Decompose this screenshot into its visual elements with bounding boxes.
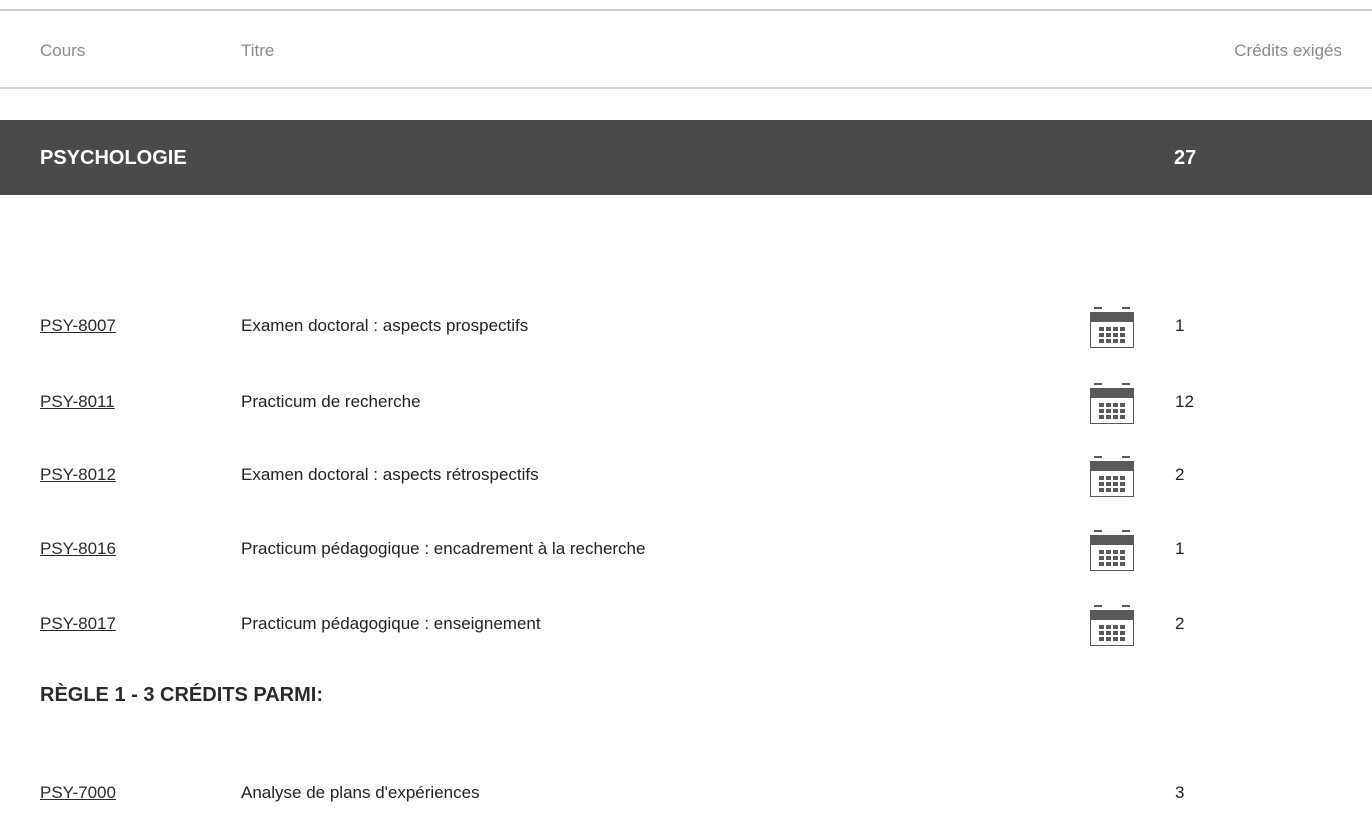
- course-code-link[interactable]: PSY-8017: [40, 614, 116, 634]
- course-code-link[interactable]: PSY-8016: [40, 539, 116, 559]
- calendar-icon[interactable]: [1090, 382, 1134, 424]
- column-header-credits: Crédits exigés: [1234, 41, 1342, 60]
- rule-heading: RÈGLE 1 - 3 CRÉDITS PARMI:: [40, 684, 323, 706]
- course-row: PSY-8007 Examen doctoral : aspects prosp…: [0, 306, 1372, 348]
- course-credits: 2: [1175, 465, 1185, 484]
- course-credits: 2: [1175, 614, 1185, 633]
- course-title: Examen doctoral : aspects prospectifs: [241, 316, 529, 335]
- calendar-icon[interactable]: [1090, 604, 1134, 646]
- course-code-link[interactable]: PSY-8012: [40, 465, 116, 485]
- header-divider: [0, 87, 1372, 89]
- course-row: PSY-7000 Analyse de plans d'expériences …: [0, 773, 1372, 813]
- course-title: Practicum pédagogique : encadrement à la…: [241, 539, 646, 558]
- course-credits: 3: [1175, 783, 1185, 802]
- course-code-link[interactable]: PSY-8011: [40, 392, 115, 412]
- course-credits: 1: [1175, 539, 1185, 558]
- course-title: Practicum pédagogique : enseignement: [241, 614, 541, 633]
- course-row: PSY-8017 Practicum pédagogique : enseign…: [0, 604, 1372, 646]
- table-header: Cours Titre Crédits exigés: [0, 11, 1372, 87]
- section-credits: 27: [1174, 147, 1197, 169]
- course-title: Examen doctoral : aspects rétrospectifs: [241, 465, 539, 484]
- section-title: PSYCHOLOGIE: [40, 147, 187, 169]
- course-code-link[interactable]: PSY-8007: [40, 316, 116, 336]
- course-row: PSY-8011 Practicum de recherche 12: [0, 382, 1372, 424]
- course-row: PSY-8016 Practicum pédagogique : encadre…: [0, 529, 1372, 571]
- column-header-titre: Titre: [241, 41, 275, 60]
- column-header-cours: Cours: [40, 41, 86, 60]
- course-credits: 12: [1175, 392, 1194, 411]
- calendar-icon[interactable]: [1090, 529, 1134, 571]
- course-title: Practicum de recherche: [241, 392, 421, 411]
- course-title: Analyse de plans d'expériences: [241, 783, 480, 802]
- course-code-link[interactable]: PSY-7000: [40, 783, 116, 803]
- course-row: PSY-8012 Examen doctoral : aspects rétro…: [0, 455, 1372, 497]
- section-header-psychologie: PSYCHOLOGIE 27: [0, 120, 1372, 195]
- course-credits: 1: [1175, 316, 1185, 335]
- calendar-icon[interactable]: [1090, 455, 1134, 497]
- calendar-icon[interactable]: [1090, 306, 1134, 348]
